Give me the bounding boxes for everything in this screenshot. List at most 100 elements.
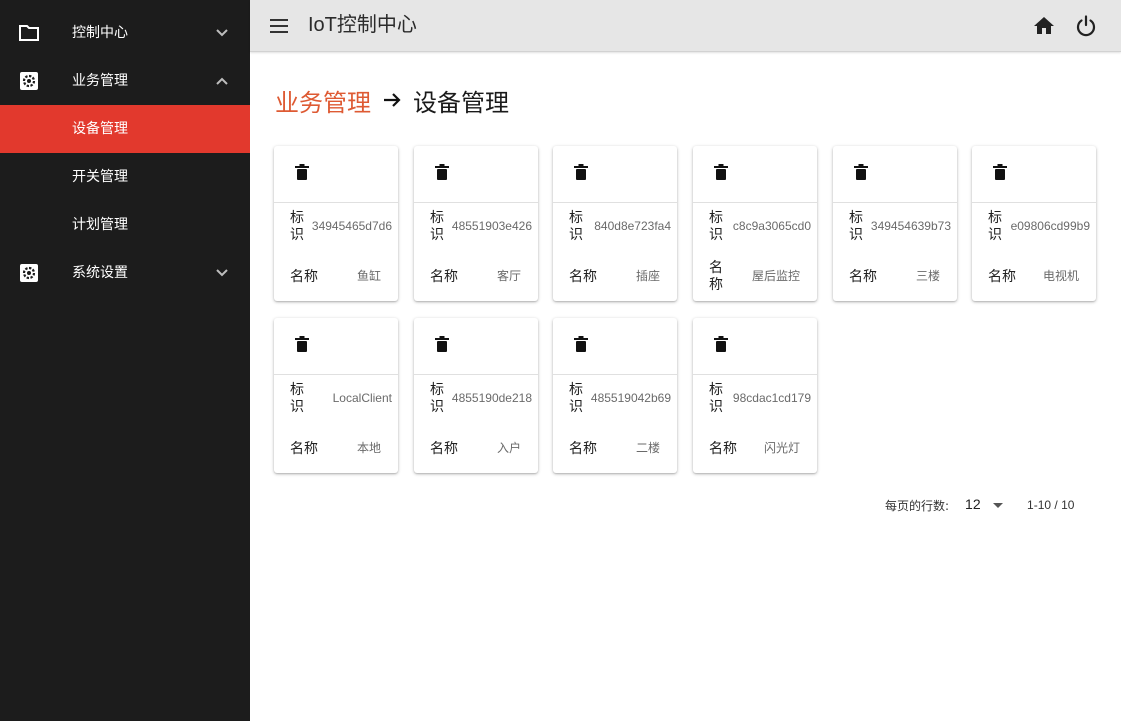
name-label: 名称 (569, 269, 597, 285)
sidebar-item-label: 设备管理 (72, 121, 128, 137)
id-label: 标识 (430, 382, 444, 415)
name-label: 名称 (849, 269, 877, 285)
sidebar-item-system-settings[interactable]: 系统设置 (0, 249, 250, 297)
trash-icon[interactable] (853, 164, 869, 182)
card-divider (414, 374, 538, 375)
trash-icon[interactable] (294, 336, 310, 354)
device-card: 标识 48551903e426 名称 客厅 (414, 146, 538, 301)
id-label: 标识 (290, 210, 304, 243)
chevron-up-icon (212, 71, 232, 91)
sidebar-item-label: 业务管理 (72, 73, 128, 89)
device-name: 客厅 (496, 269, 521, 283)
app-bar: IoT控制中心 (250, 0, 1121, 52)
device-name: 屋后监控 (751, 269, 800, 283)
device-id: 349454639b73 (870, 219, 951, 233)
id-label: 标识 (709, 210, 723, 243)
device-id: 98cdac1cd179 (732, 391, 811, 405)
device-card: 标识 c8c9a3065cd0 名称 屋后监控 (693, 146, 817, 301)
device-id: 840d8e723fa4 (594, 219, 671, 233)
name-label: 名称 (709, 260, 723, 293)
device-id: LocalClient (332, 391, 392, 405)
trash-icon[interactable] (713, 336, 729, 354)
id-label: 标识 (290, 382, 304, 415)
device-id: c8c9a3065cd0 (732, 219, 811, 233)
card-divider (972, 202, 1096, 203)
device-card: 标识 98cdac1cd179 名称 闪光灯 (693, 318, 817, 473)
device-name: 本地 (356, 441, 381, 455)
pagination: 每页的行数: 12 1-10 / 10 (885, 494, 1074, 516)
sidebar-item-label: 开关管理 (72, 169, 128, 185)
trash-icon[interactable] (294, 164, 310, 182)
caret-down-icon (993, 503, 1004, 508)
device-card: 标识 485519042b69 名称 二楼 (553, 318, 677, 473)
id-label: 标识 (430, 210, 444, 243)
sidebar-item-switch-management[interactable]: 开关管理 (0, 153, 250, 201)
device-name: 插座 (635, 269, 660, 283)
device-card: 标识 349454639b73 名称 三楼 (833, 146, 957, 301)
name-label: 名称 (988, 269, 1016, 285)
card-divider (274, 374, 398, 375)
sidebar-item-plan-management[interactable]: 计划管理 (0, 201, 250, 249)
name-label: 名称 (709, 441, 737, 457)
name-label: 名称 (569, 441, 597, 457)
folder-icon (18, 22, 40, 44)
chevron-down-icon (212, 23, 232, 43)
device-id: 485519042b69 (590, 391, 671, 405)
device-id: e09806cd99b9 (1010, 219, 1090, 233)
sidebar-item-label: 计划管理 (72, 217, 128, 233)
id-label: 标识 (988, 210, 1002, 243)
trash-icon[interactable] (573, 164, 589, 182)
sidebar-item-control-center[interactable]: 控制中心 (0, 9, 250, 57)
id-label: 标识 (569, 382, 583, 415)
chevron-down-icon (212, 263, 232, 283)
device-name: 闪光灯 (763, 441, 800, 455)
trash-icon[interactable] (713, 164, 729, 182)
sidebar: 控制中心 业务管理 设备管理 开关管理 计划管理 系统设置 (0, 0, 250, 721)
sidebar-item-label: 控制中心 (72, 25, 128, 41)
device-name: 鱼缸 (356, 269, 381, 283)
sidebar-item-business[interactable]: 业务管理 (0, 57, 250, 105)
breadcrumb-current: 设备管理 (413, 88, 509, 117)
sidebar-item-device-management[interactable]: 设备管理 (0, 105, 250, 153)
device-card: 标识 840d8e723fa4 名称 插座 (553, 146, 677, 301)
name-label: 名称 (290, 441, 318, 457)
device-id: 34945465d7d6 (311, 219, 392, 233)
menu-icon[interactable] (266, 14, 292, 38)
trash-icon[interactable] (573, 336, 589, 354)
trash-icon[interactable] (434, 164, 450, 182)
card-divider (693, 374, 817, 375)
rows-per-page-select[interactable]: 12 (965, 494, 1009, 516)
card-divider (553, 202, 677, 203)
rows-per-page-value: 12 (965, 496, 981, 512)
device-id: 4855190de218 (451, 391, 532, 405)
home-icon[interactable] (1032, 14, 1056, 38)
breadcrumb: 业务管理 设备管理 (275, 82, 509, 118)
trash-icon[interactable] (992, 164, 1008, 182)
device-name: 入户 (496, 441, 521, 455)
device-card: 标识 LocalClient 名称 本地 (274, 318, 398, 473)
device-card: 标识 e09806cd99b9 名称 电视机 (972, 146, 1096, 301)
trash-icon[interactable] (434, 336, 450, 354)
rows-per-page-label: 每页的行数: (885, 498, 950, 513)
id-label: 标识 (849, 210, 863, 243)
name-label: 名称 (430, 269, 458, 285)
device-name: 二楼 (635, 441, 660, 455)
gear-icon (18, 262, 40, 284)
card-divider (274, 202, 398, 203)
device-card: 标识 4855190de218 名称 入户 (414, 318, 538, 473)
card-divider (553, 374, 677, 375)
gear-icon (18, 70, 40, 92)
device-name: 电视机 (1042, 269, 1079, 283)
sidebar-item-label: 系统设置 (72, 265, 128, 281)
breadcrumb-parent[interactable]: 业务管理 (275, 83, 371, 118)
card-divider (414, 202, 538, 203)
name-label: 名称 (290, 269, 318, 285)
arrow-right-icon (381, 89, 403, 111)
id-label: 标识 (709, 382, 723, 415)
name-label: 名称 (430, 441, 458, 457)
device-id: 48551903e426 (451, 219, 532, 233)
page-range: 1-10 / 10 (1027, 498, 1075, 512)
app-title: IoT控制中心 (308, 14, 417, 36)
device-card: 标识 34945465d7d6 名称 鱼缸 (274, 146, 398, 301)
power-icon[interactable] (1074, 14, 1098, 38)
